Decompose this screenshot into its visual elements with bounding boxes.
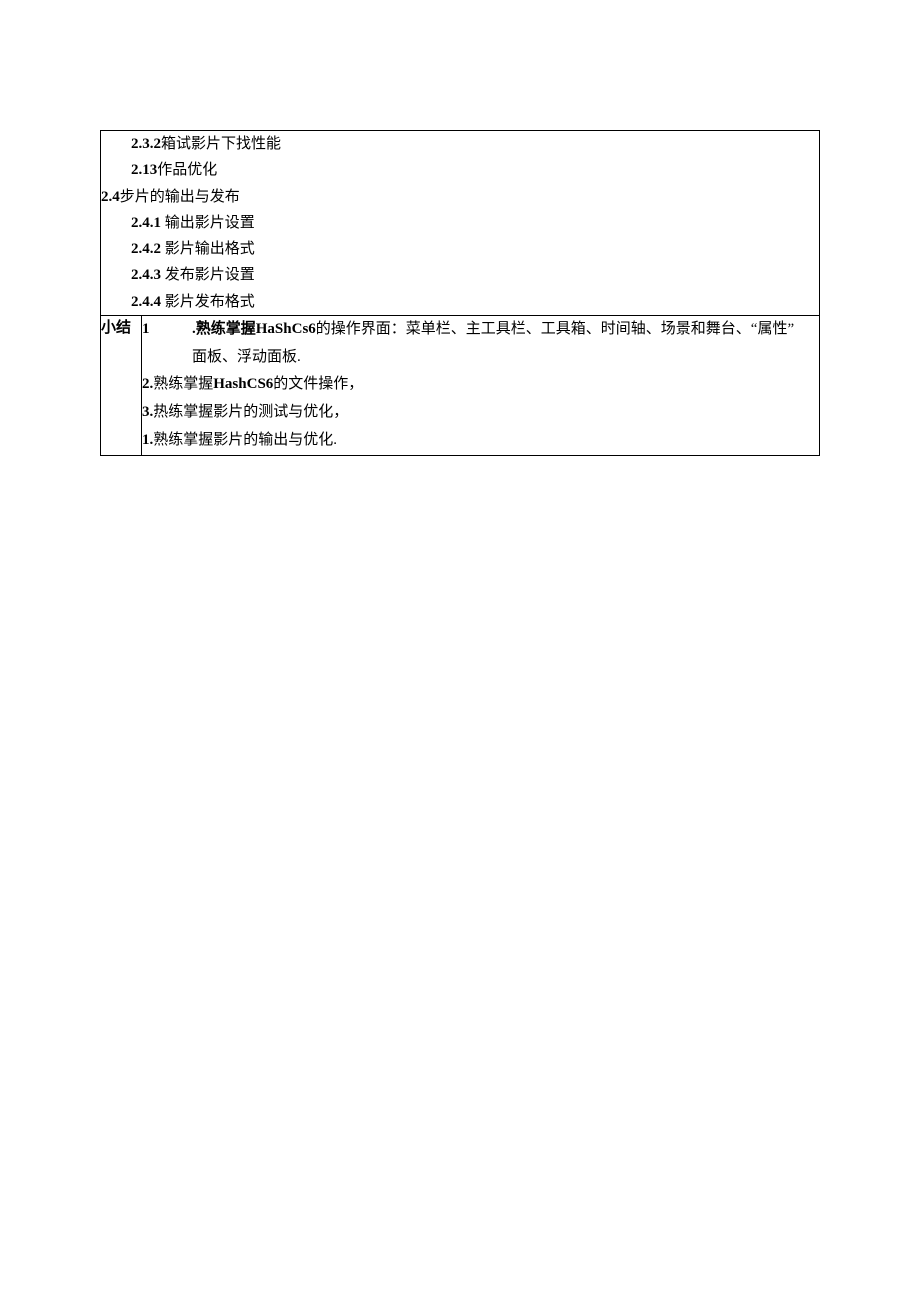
summary-label-cell: 小结 [101,315,142,455]
item-number: 3. [142,404,153,420]
item-text: 影片发布格式 [165,294,255,310]
item-text: .熟练掌握HaShCs6的操作界面：菜单栏、主工具栏、工具箱、时间轴、场景和舞台… [192,316,819,344]
document-table: 2.3.2箱试影片下找性能 2.13作品优化 2.4步片的输出与发布 2.4.1… [100,130,820,456]
outline-item: 2.4步片的输出与发布 [101,184,819,210]
item-text: 输出影片设置 [165,215,255,231]
item-number: 2.13 [131,162,157,178]
summary-item: 3.热练掌握影片的测试与优化， [142,399,819,427]
item-number: 2. [142,376,153,392]
outline-item: 2.13作品优化 [101,157,819,183]
item-number: 2.3.2 [131,136,161,152]
outline-item: 2.4.2 影片输出格式 [101,236,819,262]
item-number: 2.4 [101,189,120,205]
item-number: 2.4.1 [131,215,161,231]
item-number: 2.4.2 [131,241,161,257]
outline-item: 2.4.4 影片发布格式 [101,289,819,315]
outline-item: 2.3.2箱试影片下找性能 [101,131,819,157]
outline-item: 2.4.1 输出影片设置 [101,210,819,236]
item-number: 1 [142,316,192,344]
item-text: 影片输出格式 [165,241,255,257]
item-text: 熟练掌握影片的输出与优化. [153,432,337,448]
outline-item: 2.4.3 发布影片设置 [101,262,819,288]
summary-label: 小结 [101,320,131,336]
item-number: 2.4.4 [131,294,161,310]
item-text: 作品优化 [157,162,217,178]
summary-item-continuation: 面板、浮动面板. [142,344,819,372]
summary-item: 1.熟练掌握影片的输出与优化. [142,427,819,455]
summary-content-cell: 1 .熟练掌握HaShCs6的操作界面：菜单栏、主工具栏、工具箱、时间轴、场景和… [142,315,820,455]
outline-cell: 2.3.2箱试影片下找性能 2.13作品优化 2.4步片的输出与发布 2.4.1… [101,131,820,316]
summary-item: 2.熟练掌握HashCS6的文件操作， [142,371,819,399]
item-text: 步片的输出与发布 [120,189,240,205]
summary-item: 1 .熟练掌握HaShCs6的操作界面：菜单栏、主工具栏、工具箱、时间轴、场景和… [142,316,819,344]
item-text: 箱试影片下找性能 [161,136,281,152]
item-text: 热练掌握影片的测试与优化， [153,404,348,420]
item-text: 发布影片设置 [165,267,255,283]
item-number: 1. [142,432,153,448]
item-number: 2.4.3 [131,267,161,283]
